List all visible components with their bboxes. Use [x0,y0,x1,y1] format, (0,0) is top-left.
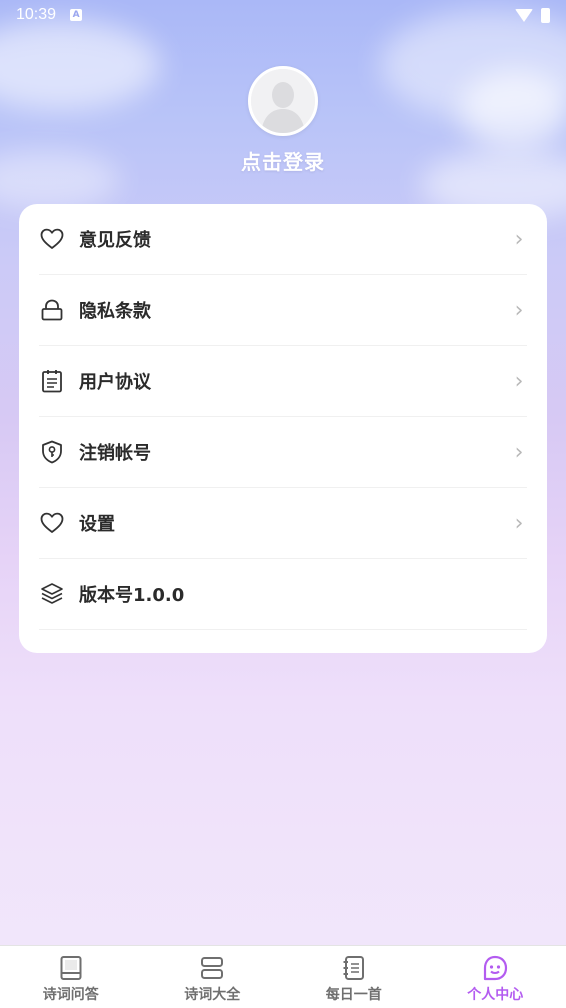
book-icon [60,956,82,980]
bottom-tab-bar: 诗词问答 诗词大全 每日一首 个人中心 [0,945,566,1008]
menu-item-label: 设置 [79,514,115,535]
menu-item-label: 注销帐号 [79,443,151,464]
status-bar: 10:39 A [0,0,566,30]
lock-icon [39,297,65,323]
avatar[interactable] [248,66,318,136]
version-label: 版本号1.0.0 [79,585,185,606]
tab-label: 个人中心 [467,987,524,1003]
login-button[interactable]: 点击登录 [241,146,325,175]
tab-profile[interactable]: 个人中心 [425,946,566,1008]
tab-label: 每日一首 [325,987,382,1003]
clipboard-icon [39,368,65,394]
battery-icon [541,7,550,23]
chevron-right-icon: › [514,510,524,536]
menu-item-label: 意见反馈 [79,230,151,251]
chevron-right-icon: › [514,368,524,394]
menu-item-feedback[interactable]: 意见反馈 › [39,204,527,275]
tab-label: 诗词大全 [184,987,241,1003]
shield-key-icon [39,439,65,465]
menu-item-privacy[interactable]: 隐私条款 › [39,275,527,346]
tab-label: 诗词问答 [42,987,99,1003]
tab-poetry-collection[interactable]: 诗词大全 [142,946,284,1008]
menu-item-delete-account[interactable]: 注销帐号 › [39,417,527,488]
menu-card: 意见反馈 › 隐私条款 › 用户协议 › 注销帐号 › 设置 › 版本号1.0.… [19,204,547,653]
menu-item-version: 版本号1.0.0 [39,559,527,630]
heart-icon [39,226,65,252]
chevron-right-icon: › [514,297,524,323]
tab-daily-poem[interactable]: 每日一首 [283,946,425,1008]
heart-icon [39,510,65,536]
tab-poetry-qa[interactable]: 诗词问答 [0,946,142,1008]
default-user-icon [251,69,315,133]
wifi-icon [515,8,533,22]
menu-item-user-agreement[interactable]: 用户协议 › [39,346,527,417]
chevron-right-icon: › [514,226,524,252]
notification-badge-icon: A [70,9,83,21]
status-time: 10:39 [16,6,57,23]
status-icons [515,7,550,23]
notebook-icon [343,956,364,980]
stack-icon [201,957,224,979]
layers-icon [39,581,65,607]
profile-header: 点击登录 [0,66,566,175]
menu-item-label: 隐私条款 [79,301,151,322]
menu-item-settings[interactable]: 设置 › [39,488,527,559]
chevron-right-icon: › [514,439,524,465]
smiley-icon [484,955,508,981]
menu-item-label: 用户协议 [79,372,151,393]
